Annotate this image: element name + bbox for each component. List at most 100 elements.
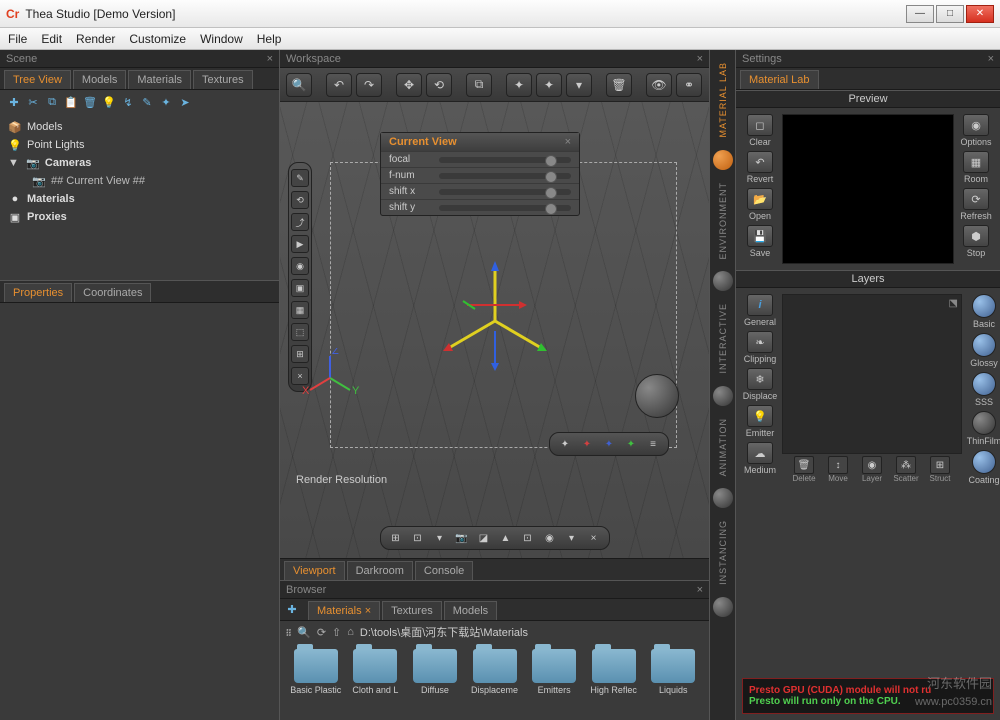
- search-icon[interactable]: 🔍: [297, 626, 311, 639]
- vp-tool-6[interactable]: ▣: [291, 279, 309, 297]
- trash-icon[interactable]: 🗑: [606, 73, 632, 97]
- folder-item[interactable]: Displaceme: [469, 649, 521, 714]
- tab-close-icon[interactable]: ×: [365, 605, 371, 617]
- vb-2[interactable]: ⊡: [409, 530, 427, 546]
- rtab-instancing[interactable]: INSTANCING: [716, 512, 730, 593]
- tab-textures[interactable]: Textures: [193, 70, 253, 89]
- tab-console[interactable]: Console: [415, 561, 473, 580]
- paste-icon[interactable]: 📋: [63, 94, 79, 110]
- options-button[interactable]: ◉Options: [958, 114, 994, 147]
- layer-move[interactable]: ↕Move: [822, 456, 854, 483]
- glossy-button[interactable]: Glossy: [966, 333, 1000, 368]
- tree-models[interactable]: 📦Models: [8, 118, 271, 136]
- environment-icon[interactable]: [713, 271, 733, 291]
- tab-material-lab[interactable]: Material Lab: [740, 70, 819, 89]
- tab-coordinates[interactable]: Coordinates: [74, 283, 151, 302]
- gizmo2-icon[interactable]: ✦: [536, 73, 562, 97]
- tab-models[interactable]: Models: [73, 70, 126, 89]
- vp-tool-8[interactable]: ⬚: [291, 323, 309, 341]
- vp-tool-7[interactable]: ▦: [291, 301, 309, 319]
- rtab-material-lab[interactable]: MATERIAL LAB: [716, 54, 730, 146]
- layer-corner-icon[interactable]: ⬔: [949, 298, 958, 309]
- stop-button[interactable]: ⬢Stop: [958, 225, 994, 258]
- workspace-close-icon[interactable]: ×: [697, 53, 703, 65]
- gizmo-icon[interactable]: ✦: [506, 73, 532, 97]
- open-button[interactable]: 📂Open: [742, 188, 778, 221]
- basic-button[interactable]: Basic: [966, 294, 1000, 329]
- minimize-button[interactable]: —: [906, 5, 934, 23]
- clear-button[interactable]: ◻Clear: [742, 114, 778, 147]
- vb-5[interactable]: ◪: [475, 530, 493, 546]
- chain-icon[interactable]: ⚭: [676, 73, 702, 97]
- shifty-slider[interactable]: [439, 205, 571, 211]
- layer-delete[interactable]: 🗑Delete: [788, 456, 820, 483]
- instancing-icon[interactable]: [713, 597, 733, 617]
- menu-file[interactable]: File: [8, 32, 27, 46]
- vp-tool-1[interactable]: ✎: [291, 169, 309, 187]
- material-lab-icon[interactable]: [713, 150, 733, 170]
- up-icon[interactable]: ⇧: [332, 626, 341, 639]
- sss-button[interactable]: SSS: [966, 372, 1000, 407]
- vb-1[interactable]: ⊞: [387, 530, 405, 546]
- cut-icon[interactable]: ✂: [25, 94, 41, 110]
- copy-icon[interactable]: ⧉: [44, 94, 60, 110]
- layer-scatter[interactable]: ⁂Scatter: [890, 456, 922, 483]
- thinfilm-button[interactable]: ThinFilm: [966, 411, 1000, 446]
- viewport[interactable]: ✎ ⟲ ⤴ ▶ ◉ ▣ ▦ ⬚ ⊞ × Current View× focal …: [280, 102, 709, 558]
- revert-button[interactable]: ↶Revert: [742, 151, 778, 184]
- transform-gizmo[interactable]: [425, 251, 565, 391]
- displace-button[interactable]: ❄Displace: [742, 368, 778, 401]
- menu-edit[interactable]: Edit: [41, 32, 62, 46]
- shiftx-slider[interactable]: [439, 189, 571, 195]
- cv-close-icon[interactable]: ×: [565, 136, 571, 148]
- layer-struct[interactable]: ⊞Struct: [924, 456, 956, 483]
- menu-window[interactable]: Window: [200, 32, 243, 46]
- vp-tool-2[interactable]: ⟲: [291, 191, 309, 209]
- rtab-animation[interactable]: ANIMATION: [716, 410, 730, 484]
- vb-4[interactable]: 📷: [453, 530, 471, 546]
- tab-viewport[interactable]: Viewport: [284, 561, 345, 580]
- layers-list[interactable]: ⬔: [782, 294, 962, 454]
- folder-item[interactable]: Emitters: [528, 649, 580, 714]
- tab-materials[interactable]: Materials: [128, 70, 191, 89]
- gizmo-mode-3[interactable]: ✦: [600, 436, 618, 452]
- folder-item[interactable]: Cloth and L: [350, 649, 402, 714]
- interactive-icon[interactable]: [713, 386, 733, 406]
- undo-icon[interactable]: ↶: [326, 73, 352, 97]
- gizmo-mode-4[interactable]: ✦: [622, 436, 640, 452]
- rotate-icon[interactable]: ⟲: [426, 73, 452, 97]
- rtab-interactive[interactable]: INTERACTIVE: [716, 295, 730, 382]
- layer-layer[interactable]: ◉Layer: [856, 456, 888, 483]
- brush-icon[interactable]: ✎: [139, 94, 155, 110]
- tab-properties[interactable]: Properties: [4, 283, 72, 302]
- tree-camera-current[interactable]: 📷## Current View ##: [8, 172, 271, 190]
- room-button[interactable]: ▦Room: [958, 151, 994, 184]
- scene-close-icon[interactable]: ×: [267, 53, 273, 65]
- animation-icon[interactable]: [713, 488, 733, 508]
- tree-point-lights[interactable]: 💡Point Lights: [8, 136, 271, 154]
- folder-item[interactable]: Liquids: [647, 649, 699, 714]
- link-icon[interactable]: ↯: [120, 94, 136, 110]
- vb-close[interactable]: ×: [585, 530, 603, 546]
- add-icon[interactable]: ✚: [6, 94, 22, 110]
- refresh-button[interactable]: ⟳Refresh: [958, 188, 994, 221]
- vb-3[interactable]: ▾: [431, 530, 449, 546]
- gizmo-mode-1[interactable]: ✦: [556, 436, 574, 452]
- general-button[interactable]: iGeneral: [742, 294, 778, 327]
- redo-icon[interactable]: ↷: [356, 73, 382, 97]
- dropdown-icon[interactable]: ▾: [566, 73, 592, 97]
- refresh-icon[interactable]: ⟳: [317, 626, 326, 639]
- browser-add-icon[interactable]: ✚: [284, 601, 300, 617]
- nav-globe[interactable]: [635, 374, 679, 418]
- expand-icon[interactable]: ▼: [8, 157, 19, 169]
- browser-tab-textures[interactable]: Textures: [382, 601, 442, 620]
- menu-render[interactable]: Render: [76, 32, 115, 46]
- delete-icon[interactable]: 🗑: [82, 94, 98, 110]
- browser-close-icon[interactable]: ×: [697, 584, 703, 596]
- current-view-panel[interactable]: Current View× focal f-num shift x shift …: [380, 132, 580, 216]
- tab-tree-view[interactable]: Tree View: [4, 70, 71, 89]
- home-icon[interactable]: ⌂: [347, 626, 354, 638]
- tab-darkroom[interactable]: Darkroom: [347, 561, 413, 580]
- browser-tab-materials[interactable]: Materials ×: [308, 601, 380, 620]
- vb-6[interactable]: ▲: [497, 530, 515, 546]
